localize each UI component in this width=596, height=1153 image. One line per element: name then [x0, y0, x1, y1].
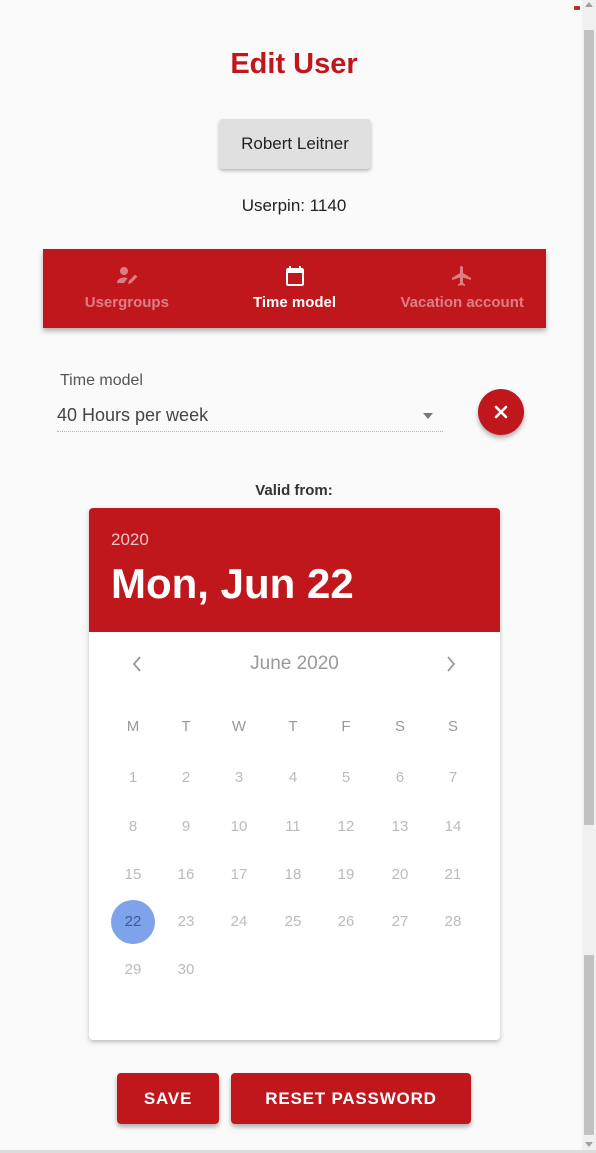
close-icon [494, 405, 508, 419]
weekday-header: T [181, 718, 191, 735]
calendar-day[interactable]: 7 [431, 756, 475, 800]
calendar-day[interactable]: 13 [378, 805, 422, 849]
calendar-day[interactable]: 27 [378, 900, 422, 944]
calendar-day[interactable]: 4 [271, 756, 315, 800]
tab-usergroups-label: Usergroups [84, 294, 169, 311]
date-picker: 2020 Mon, Jun 22 June 2020 MTWTFSS123456… [89, 508, 500, 1040]
tab-time-model-label: Time model [252, 294, 337, 311]
tab-bar: Usergroups Time model Vacation account [43, 249, 546, 328]
calendar-day[interactable]: 2 [164, 756, 208, 800]
corner-mark [574, 6, 580, 10]
chevron-right-icon [447, 656, 456, 672]
weekday-header: F [341, 718, 351, 735]
calendar-day[interactable]: 26 [324, 900, 368, 944]
picker-year[interactable]: 2020 [111, 530, 149, 550]
weekday-header: W [231, 718, 247, 735]
tab-time-model[interactable]: Time model [211, 249, 379, 328]
scroll-thumb-lower[interactable] [584, 955, 594, 1135]
reset-password-button[interactable]: RESET PASSWORD [231, 1073, 471, 1124]
tab-vacation-account-label: Vacation account [400, 294, 524, 311]
time-model-value: 40 Hours per week [57, 405, 209, 425]
calendar-day[interactable]: 8 [111, 805, 155, 849]
tab-vacation-account[interactable]: Vacation account [378, 249, 546, 328]
time-model-select[interactable]: 40 Hours per week [57, 400, 443, 432]
calendar-day[interactable]: 21 [431, 853, 475, 897]
calendar-day[interactable]: 20 [378, 853, 422, 897]
weekday-header: M [126, 718, 140, 735]
date-picker-header: 2020 Mon, Jun 22 [89, 508, 500, 632]
picker-selected-date: Mon, Jun 22 [111, 560, 354, 607]
next-month-button[interactable] [437, 650, 465, 678]
month-navigation: June 2020 [89, 644, 500, 684]
valid-from-label: Valid from: [255, 482, 333, 499]
calendar-day[interactable]: 15 [111, 853, 155, 897]
calendar-day[interactable]: 19 [324, 853, 368, 897]
calendar-day[interactable]: 25 [271, 900, 315, 944]
clear-time-model-button[interactable] [478, 389, 524, 435]
airplane-icon [449, 263, 475, 289]
user-name-button[interactable]: Robert Leitner [219, 119, 371, 169]
user-group-icon [114, 263, 140, 289]
page-title: Edit User [230, 48, 358, 80]
calendar-day[interactable]: 16 [164, 853, 208, 897]
weekday-header: T [288, 718, 298, 735]
time-model-label: Time model [60, 372, 143, 389]
calendar-day[interactable]: 1 [111, 756, 155, 800]
scroll-down-arrow-icon[interactable] [585, 1142, 593, 1147]
caret-down-icon [423, 412, 433, 419]
calendar-day[interactable]: 9 [164, 805, 208, 849]
calendar-day[interactable]: 24 [217, 900, 261, 944]
calendar-icon [282, 263, 308, 289]
calendar-day[interactable]: 5 [324, 756, 368, 800]
save-button[interactable]: SAVE [117, 1073, 219, 1124]
calendar-day[interactable]: 18 [271, 853, 315, 897]
edit-user-page: Edit User Robert Leitner Userpin: 1140 U… [0, 0, 596, 1153]
calendar-day[interactable]: 11 [271, 805, 315, 849]
userpin-text: Userpin: 1140 [241, 196, 347, 215]
tab-usergroups[interactable]: Usergroups [43, 249, 211, 328]
weekday-header: S [447, 718, 458, 735]
weekday-header: S [394, 718, 405, 735]
calendar-day[interactable]: 14 [431, 805, 475, 849]
scroll-up-arrow-icon[interactable] [585, 2, 593, 7]
calendar-day[interactable]: 28 [431, 900, 475, 944]
calendar-day[interactable]: 23 [164, 900, 208, 944]
calendar-day[interactable]: 30 [164, 948, 208, 992]
calendar-day[interactable]: 12 [324, 805, 368, 849]
calendar-day-selected[interactable]: 22 [111, 900, 155, 944]
calendar-day[interactable]: 3 [217, 756, 261, 800]
scroll-thumb[interactable] [584, 30, 594, 825]
calendar-day[interactable]: 29 [111, 948, 155, 992]
calendar-day[interactable]: 6 [378, 756, 422, 800]
calendar-day[interactable]: 17 [217, 853, 261, 897]
calendar-day[interactable]: 10 [217, 805, 261, 849]
scrollbar[interactable] [582, 0, 596, 1153]
